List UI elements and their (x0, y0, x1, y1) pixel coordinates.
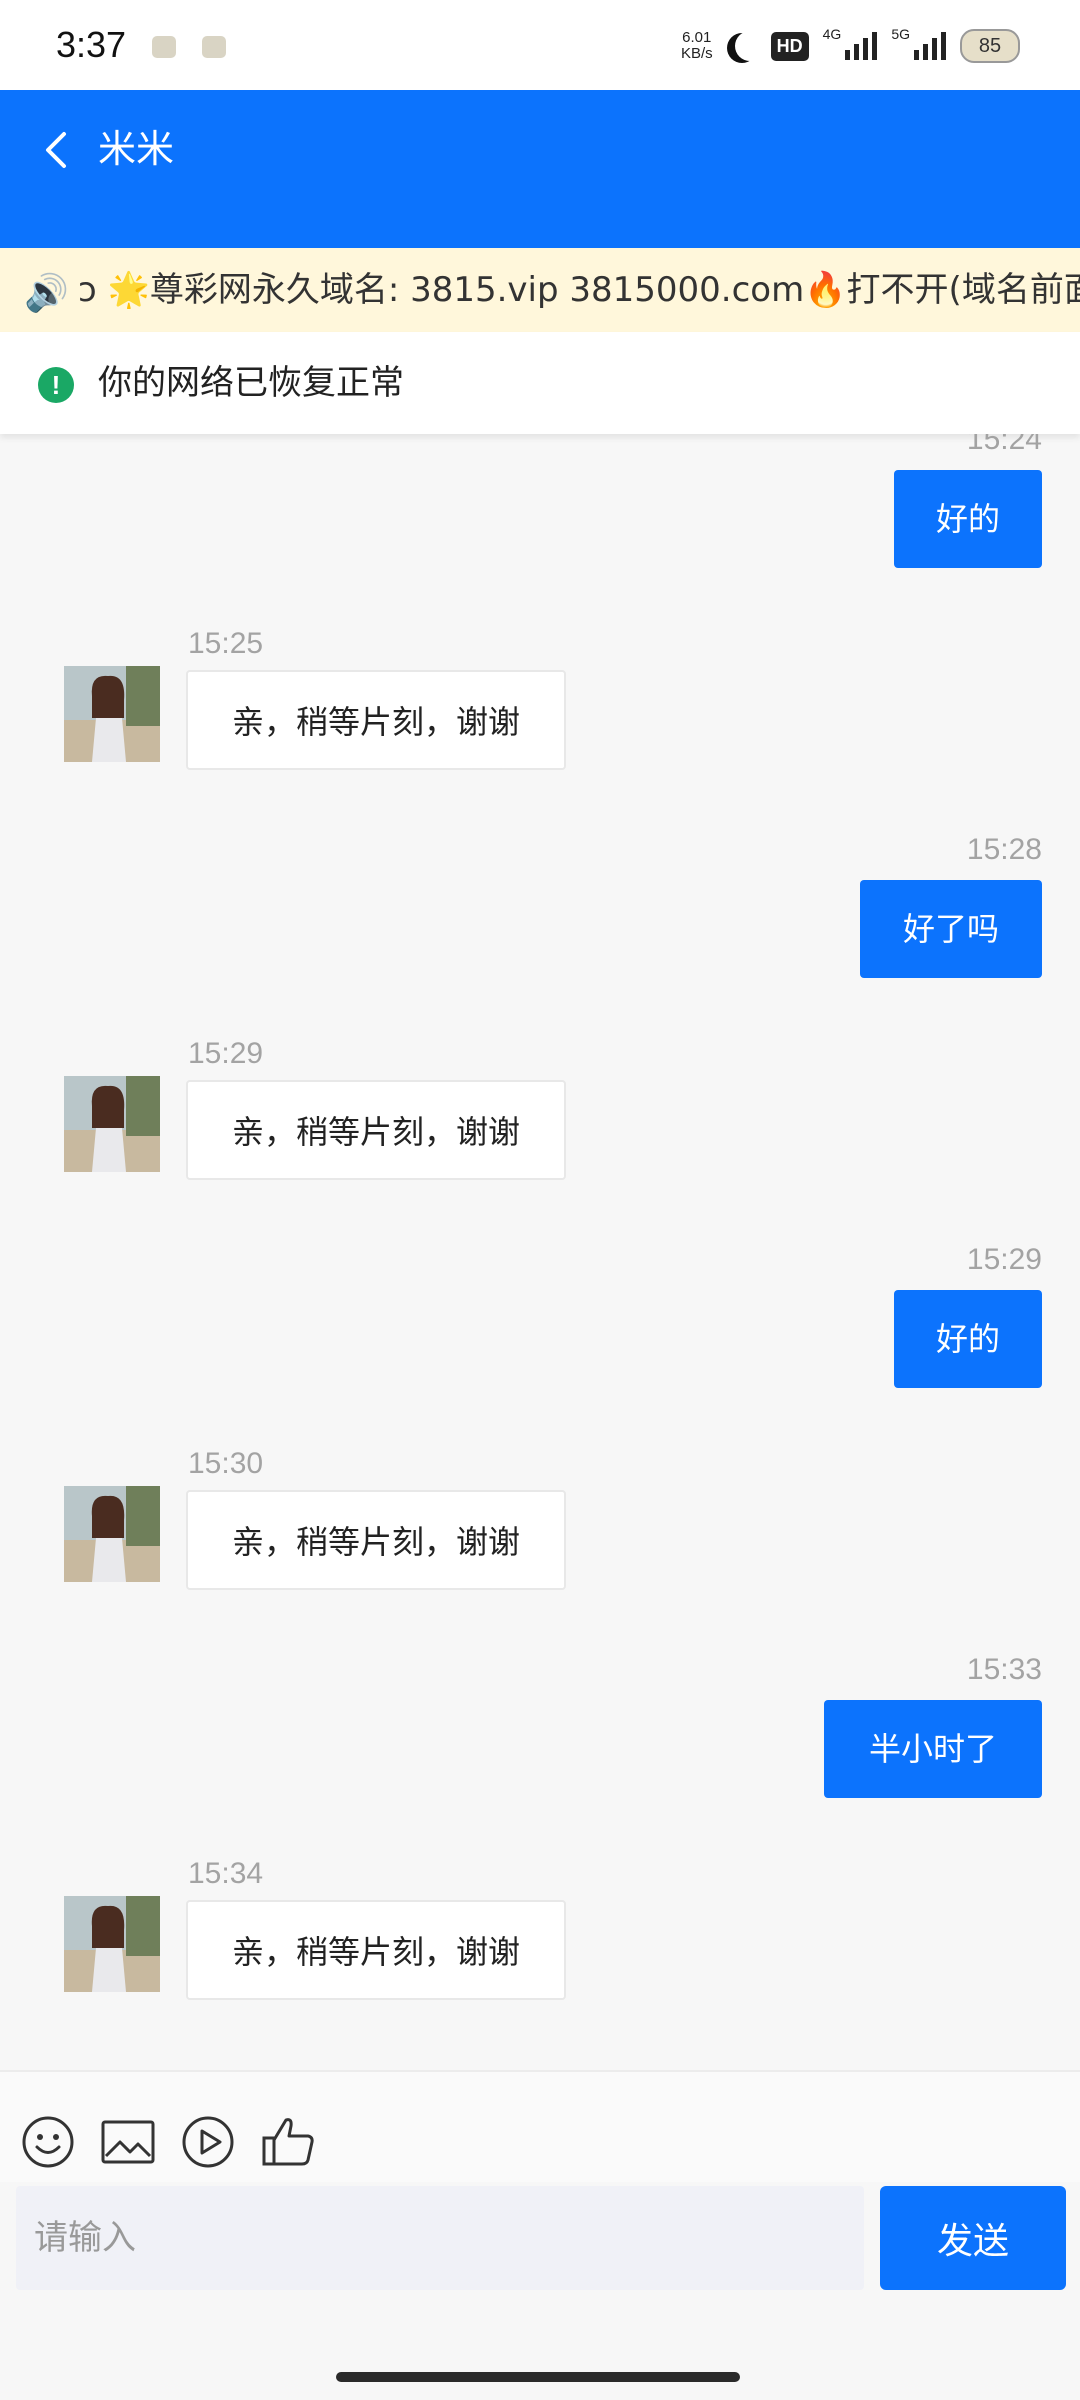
thumbs-up-icon[interactable] (260, 2114, 316, 2170)
outgoing-message[interactable]: 好的 (894, 1290, 1042, 1388)
announcement-marquee[interactable]: 🔊 ↄ 🌟尊彩网永久域名: 3815.vip 3815000.com🔥打不开(域… (0, 248, 1080, 332)
network-status-banner: ! 你的网络已恢复正常 (0, 332, 1080, 434)
moon-icon (735, 31, 765, 61)
message-time: 15:33 (966, 1653, 1042, 1686)
emoji-icon[interactable] (20, 2114, 76, 2170)
message-time: 15:25 (188, 627, 264, 660)
network-4g-label: 4G (822, 26, 842, 42)
outgoing-message[interactable]: 半小时了 (824, 1700, 1042, 1798)
composer-toolbar (0, 2070, 1080, 2182)
incoming-message[interactable]: 亲，稍等片刻，谢谢 (186, 1080, 566, 1180)
incoming-message[interactable]: 亲，稍等片刻，谢谢 (186, 1490, 566, 1590)
message-time: 15:29 (966, 1243, 1042, 1276)
network-status-text: 你的网络已恢复正常 (98, 363, 404, 403)
notification-icon (202, 36, 226, 58)
video-icon[interactable] (180, 2114, 236, 2170)
chat-header: 米米 (0, 90, 1080, 248)
message-time: 15:34 (188, 1857, 264, 1890)
net-speed: 6.01 KB/s (680, 29, 713, 62)
incoming-message[interactable]: 亲，稍等片刻，谢谢 (186, 1900, 566, 2000)
message-time: 15:24 (966, 434, 1042, 456)
outgoing-message[interactable]: 好了吗 (860, 880, 1042, 978)
home-indicator[interactable] (336, 2372, 740, 2382)
message-time: 15:29 (188, 1037, 264, 1070)
hd-icon: HD (770, 31, 809, 61)
back-arrow-icon[interactable] (36, 122, 76, 178)
message-input[interactable] (16, 2186, 864, 2290)
battery-icon: 85 (960, 29, 1020, 63)
message-list[interactable]: 15:24 好的 15:25 亲，稍等片刻，谢谢 15:28 好了吗 15:29… (0, 434, 1080, 2070)
avatar[interactable] (64, 1076, 160, 1172)
notification-icon (152, 36, 176, 58)
outgoing-message[interactable]: 好的 (894, 470, 1042, 568)
status-time: 3:37 (56, 24, 127, 65)
send-button[interactable]: 发送 (880, 2186, 1066, 2290)
avatar[interactable] (64, 1896, 160, 1992)
status-bar: 3:37 6.01 KB/s HD 4G 5G 85 (0, 0, 1080, 90)
message-time: 15:28 (966, 833, 1042, 866)
status-indicators: 6.01 KB/s HD 4G 5G 85 (681, 26, 1020, 66)
announcement-text: ↄ 🌟尊彩网永久域名: 3815.vip 3815000.com🔥打不开(域名前… (78, 270, 1080, 310)
message-input-container (16, 2186, 864, 2290)
speaker-icon: 🔊 (24, 273, 69, 314)
page-title: 米米 (98, 127, 175, 171)
signal-icon (914, 32, 946, 60)
avatar[interactable] (64, 1486, 160, 1582)
incoming-message[interactable]: 亲，稍等片刻，谢谢 (186, 670, 566, 770)
image-icon[interactable] (100, 2114, 156, 2170)
avatar[interactable] (64, 666, 160, 762)
network-5g-label: 5G (891, 26, 910, 42)
message-time: 15:30 (188, 1447, 264, 1480)
signal-icon (845, 32, 878, 60)
exclamation-icon: ! (38, 367, 74, 403)
